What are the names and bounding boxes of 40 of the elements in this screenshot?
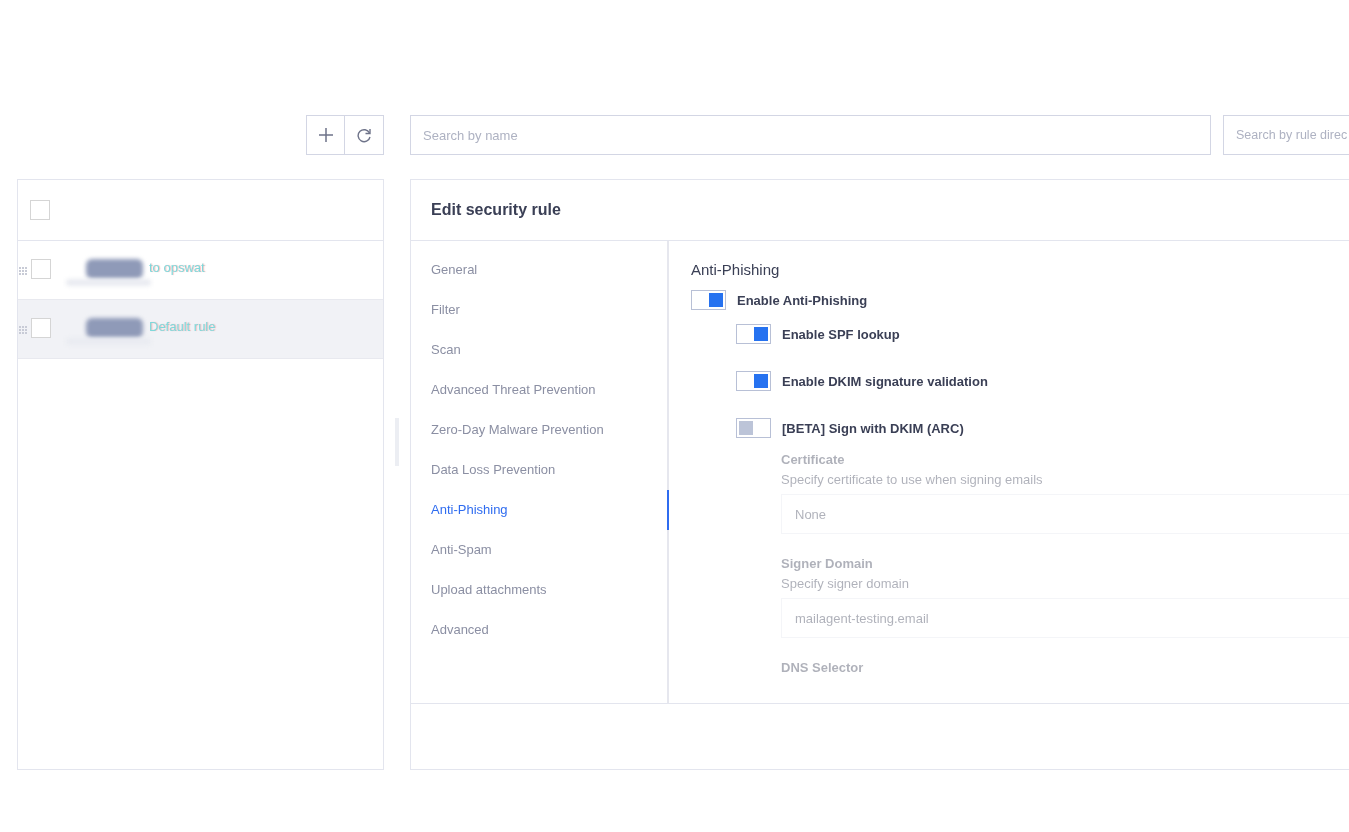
- drag-handle-icon: [19, 267, 27, 275]
- toggle-label: Enable SPF lookup: [782, 326, 900, 342]
- search-field[interactable]: Search by name: [410, 115, 1211, 155]
- section-title: Anti-Phishing: [691, 261, 781, 278]
- toggle-label: Enable Anti-Phishing: [737, 292, 868, 308]
- nav-item[interactable]: Anti-Spam: [411, 530, 669, 570]
- field-hint: Specify signer domain: [781, 576, 910, 591]
- field-label: DNS Selector: [781, 660, 865, 675]
- add-button[interactable]: [306, 115, 345, 155]
- nav-item[interactable]: Filter: [411, 290, 669, 330]
- nav-item[interactable]: Advanced: [411, 610, 669, 650]
- toggle-label: Enable DKIM signature validation: [782, 373, 988, 389]
- nav-item[interactable]: General: [411, 250, 669, 290]
- refresh-button[interactable]: [345, 115, 384, 155]
- toggle-switch[interactable]: [736, 324, 771, 344]
- toggle-switch[interactable]: [736, 371, 771, 391]
- refresh-icon: [356, 127, 372, 143]
- redacted-label: [86, 318, 143, 338]
- nav-item[interactable]: Zero-Day Malware Prevention: [411, 410, 669, 450]
- nav-item[interactable]: Advanced Threat Prevention: [411, 370, 669, 410]
- card-title: Edit security rule: [431, 201, 561, 219]
- redacted-label: [86, 259, 143, 279]
- rule-name: Default rule: [149, 318, 216, 336]
- field-label: Certificate: [781, 452, 846, 467]
- plus-icon: [318, 128, 333, 142]
- nav-item[interactable]: Upload attachments: [411, 570, 669, 610]
- toggle-switch[interactable]: [691, 290, 726, 310]
- toggle-label: [BETA] Sign with DKIM (ARC): [782, 420, 964, 436]
- nav-item[interactable]: Anti-Phishing: [411, 490, 669, 530]
- rule-name: to opswat: [149, 259, 205, 277]
- toggle-switch[interactable]: [736, 418, 771, 438]
- row-checkbox[interactable]: [31, 259, 51, 279]
- field-label: Signer Domain: [781, 556, 874, 571]
- search-field[interactable]: Search by rule direc: [1223, 115, 1349, 155]
- drag-handle-icon: [19, 326, 27, 334]
- select-all-checkbox[interactable]: [30, 200, 50, 220]
- field-hint: Specify certificate to use when signing emails: [781, 472, 1044, 487]
- nav-item[interactable]: Scan: [411, 330, 669, 370]
- row-checkbox[interactable]: [31, 318, 51, 338]
- nav-item[interactable]: Data Loss Prevention: [411, 450, 669, 490]
